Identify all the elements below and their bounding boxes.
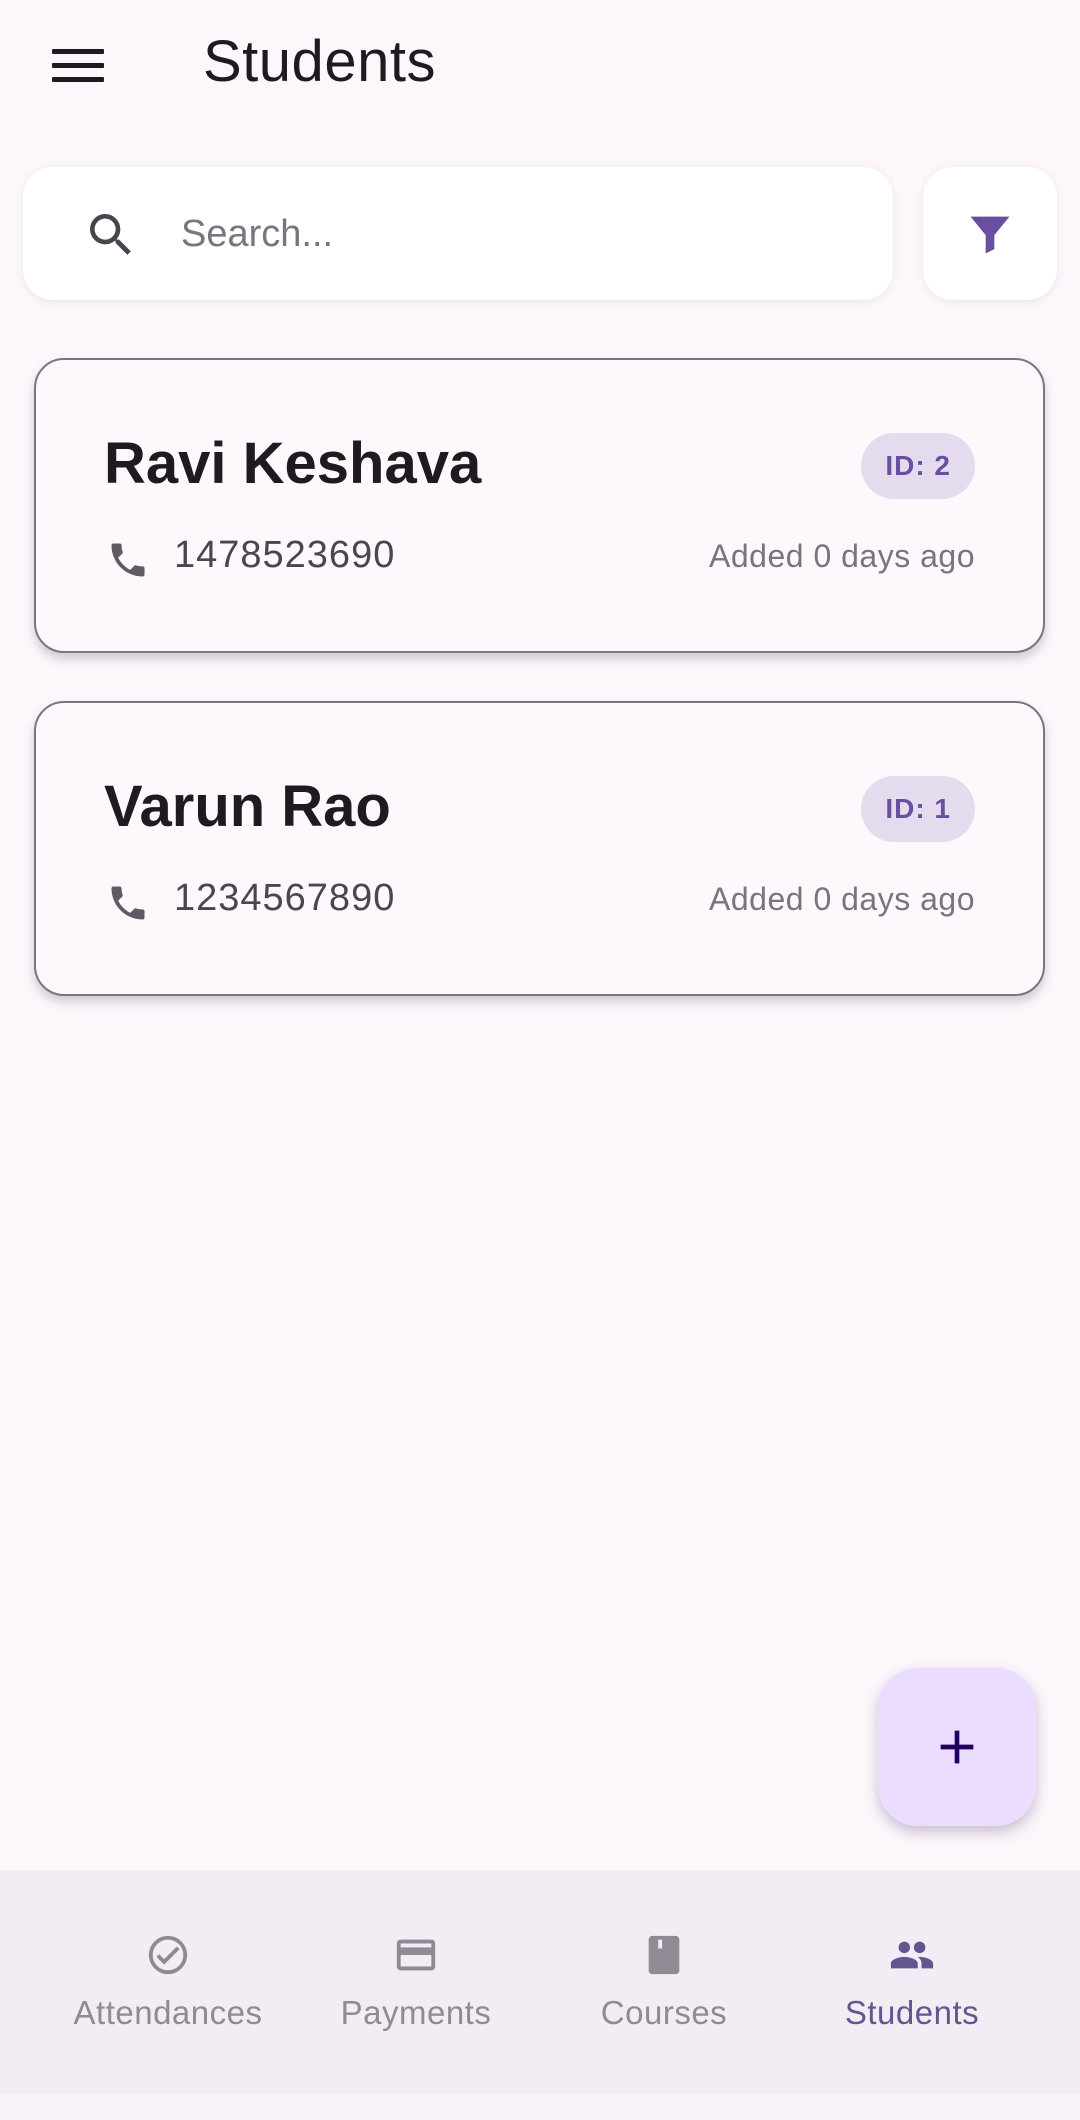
app-bar: Students (0, 0, 1080, 130)
add-student-button[interactable] (878, 1668, 1036, 1826)
search-input[interactable] (181, 197, 861, 271)
student-phone: 1478523690 (174, 534, 396, 576)
nav-item-courses[interactable]: Courses (540, 1870, 788, 2094)
menu-button[interactable] (40, 30, 120, 100)
phone-icon (111, 543, 145, 577)
phone-icon (111, 886, 145, 920)
people-icon (890, 1941, 934, 1969)
search-icon (90, 214, 131, 255)
nav-label: Attendances (73, 1994, 263, 2031)
filter-icon (970, 216, 1010, 253)
nav-label: Students (844, 1994, 980, 2031)
student-card[interactable]: Varun Rao ID: 1 1234567890 Added 0 days … (34, 701, 1045, 996)
menu-icon-line (52, 62, 104, 68)
nav-label: Payments (340, 1994, 492, 2031)
student-name: Varun Rao (104, 774, 391, 839)
system-navigation-bar (0, 2094, 1080, 2120)
student-added-date: Added 0 days ago (709, 881, 975, 917)
search-box[interactable] (23, 167, 893, 300)
nav-label: Courses (600, 1994, 728, 2031)
book-icon (648, 1935, 680, 1975)
add-icon (940, 1730, 974, 1764)
nav-item-payments[interactable]: Payments (292, 1870, 540, 2094)
student-name: Ravi Keshava (104, 431, 482, 496)
student-id-badge: ID: 2 (861, 433, 975, 499)
bottom-navigation: Attendances Payments Courses Students (0, 1870, 1080, 2094)
student-added-date: Added 0 days ago (709, 538, 975, 574)
student-id-badge: ID: 1 (861, 776, 975, 842)
nav-item-attendances[interactable]: Attendances (44, 1870, 292, 2094)
student-phone: 1234567890 (174, 877, 396, 919)
page-title: Students (203, 29, 436, 94)
menu-icon-line (52, 76, 104, 82)
student-card[interactable]: Ravi Keshava ID: 2 1478523690 Added 0 da… (34, 358, 1045, 653)
filter-button[interactable] (923, 167, 1057, 300)
nav-item-students[interactable]: Students (788, 1870, 1036, 2094)
credit-card-icon (396, 1939, 436, 1971)
check-circle-icon (148, 1935, 188, 1975)
menu-icon-line (52, 48, 104, 54)
